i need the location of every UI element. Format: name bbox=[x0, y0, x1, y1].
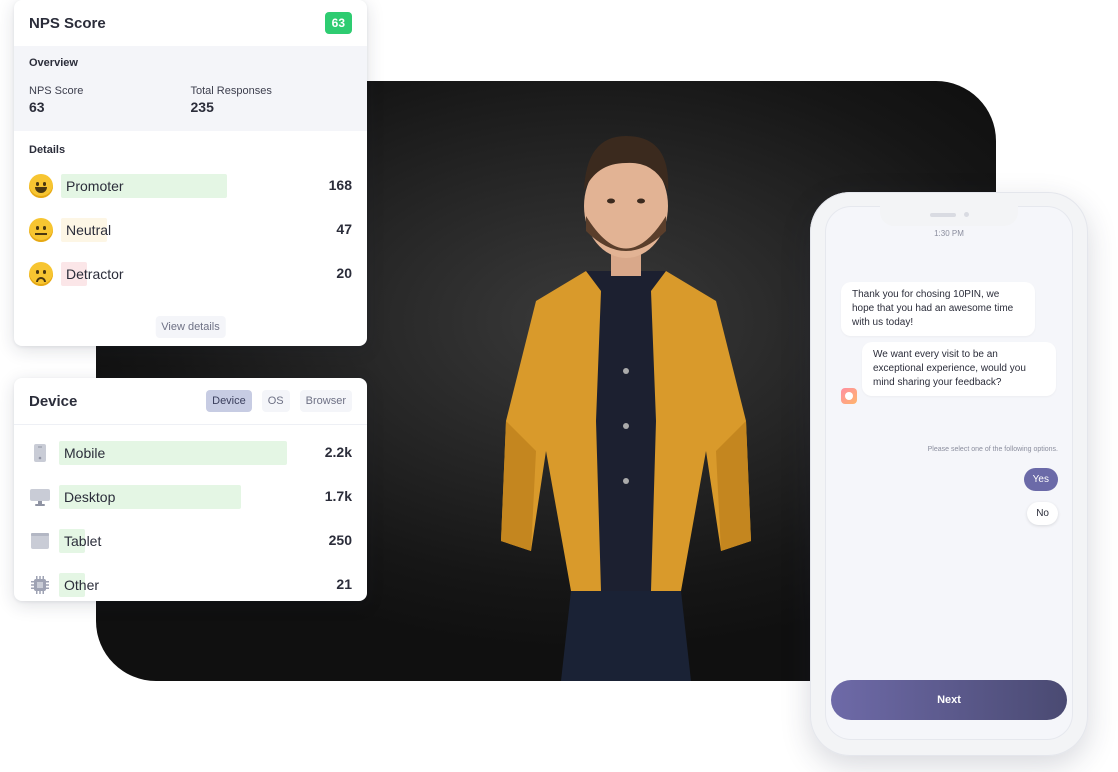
next-button[interactable]: Next bbox=[831, 680, 1067, 720]
chat-timestamp: 1:30 PM bbox=[934, 229, 964, 238]
nps-row-detractor[interactable]: Detractor 20 bbox=[29, 252, 352, 296]
nps-row-neutral[interactable]: Neutral 47 bbox=[29, 208, 352, 252]
tablet-icon bbox=[29, 530, 51, 552]
tab-device[interactable]: Device bbox=[206, 390, 252, 412]
neutral-face-icon bbox=[29, 218, 53, 242]
device-tabs: Device OS Browser bbox=[206, 390, 352, 412]
row-count: 47 bbox=[336, 221, 352, 237]
mobile-icon bbox=[29, 442, 51, 464]
chat-message: We want every visit to be an exceptional… bbox=[862, 342, 1056, 396]
nps-score-badge: 63 bbox=[324, 12, 352, 34]
row-count: 20 bbox=[336, 265, 352, 281]
card-title: NPS Score bbox=[29, 14, 106, 32]
phone-notch bbox=[880, 206, 1018, 226]
row-label: Mobile bbox=[64, 445, 106, 461]
stat-label: Total Responses bbox=[190, 85, 272, 97]
details-section: Details Promoter 168 Neutral 47 Detracto… bbox=[14, 131, 367, 296]
details-label: Details bbox=[29, 144, 66, 156]
bot-avatar-icon bbox=[841, 388, 857, 404]
tab-browser[interactable]: Browser bbox=[299, 390, 352, 412]
tab-os[interactable]: OS bbox=[261, 390, 290, 412]
chip-icon bbox=[29, 574, 51, 596]
sad-face-icon bbox=[29, 262, 53, 286]
nps-card-header: NPS Score 63 bbox=[14, 0, 367, 46]
row-count: 2.2k bbox=[324, 444, 352, 460]
desktop-icon bbox=[29, 486, 51, 508]
nps-row-promoter[interactable]: Promoter 168 bbox=[29, 164, 352, 208]
row-label: Other bbox=[64, 577, 100, 593]
row-label: Detractor bbox=[66, 266, 124, 282]
stat-value: 235 bbox=[190, 99, 214, 115]
nps-score-card: NPS Score 63 Overview NPS Score 63 Total… bbox=[14, 0, 367, 346]
stat-nps-score: NPS Score 63 bbox=[29, 85, 191, 115]
row-count: 1.7k bbox=[324, 488, 352, 504]
row-label: Neutral bbox=[66, 222, 112, 238]
person-illustration bbox=[501, 136, 751, 681]
device-card: Device Device OS Browser Mobile 2.2k Des… bbox=[14, 378, 367, 601]
card-title: Device bbox=[29, 392, 78, 410]
device-row-tablet[interactable]: Tablet 250 bbox=[29, 519, 352, 563]
chat-message: Thank you for chosing 10PIN, we hope tha… bbox=[841, 282, 1035, 336]
view-details-button[interactable]: View details bbox=[155, 316, 226, 338]
stat-label: NPS Score bbox=[29, 85, 84, 97]
option-no-button[interactable]: No bbox=[1027, 502, 1058, 525]
options-hint: Please select one of the following optio… bbox=[927, 446, 1058, 453]
row-label: Tablet bbox=[64, 533, 102, 549]
row-count: 21 bbox=[336, 576, 352, 592]
device-row-mobile[interactable]: Mobile 2.2k bbox=[29, 431, 352, 475]
device-card-header: Device Device OS Browser bbox=[14, 378, 367, 424]
row-count: 250 bbox=[328, 532, 352, 548]
phone-screen: 1:30 PM Thank you for chosing 10PIN, we … bbox=[825, 206, 1073, 740]
row-count: 168 bbox=[328, 177, 352, 193]
option-yes-button[interactable]: Yes bbox=[1023, 468, 1058, 491]
overview-label: Overview bbox=[29, 57, 78, 69]
phone-mockup: 1:30 PM Thank you for chosing 10PIN, we … bbox=[810, 192, 1088, 756]
happy-face-icon bbox=[29, 174, 53, 198]
overview-section: Overview NPS Score 63 Total Responses 23… bbox=[14, 46, 367, 131]
device-row-other[interactable]: Other 21 bbox=[29, 563, 352, 601]
stat-total-responses: Total Responses 235 bbox=[191, 85, 353, 115]
row-label: Promoter bbox=[66, 178, 124, 194]
device-row-desktop[interactable]: Desktop 1.7k bbox=[29, 475, 352, 519]
stat-value: 63 bbox=[29, 99, 45, 115]
row-label: Desktop bbox=[64, 489, 116, 505]
